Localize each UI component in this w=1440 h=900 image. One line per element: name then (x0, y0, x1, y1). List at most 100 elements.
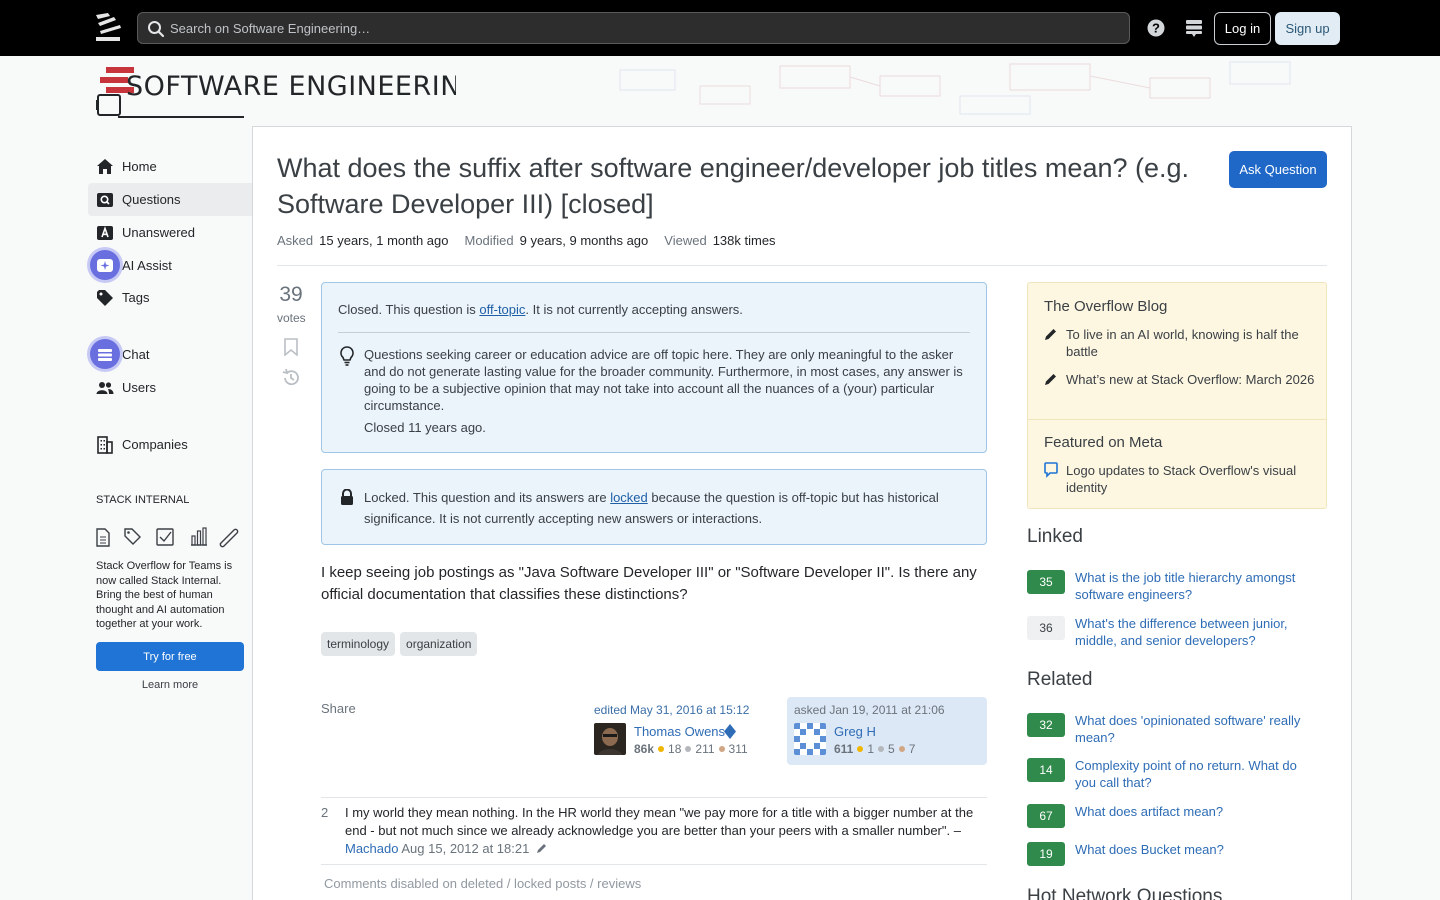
search-box[interactable] (137, 12, 1130, 44)
pencil-icon (1045, 329, 1056, 340)
document-icon (96, 528, 110, 547)
editor-name[interactable]: Thomas Owens (634, 724, 725, 739)
related-score: 32 (1027, 713, 1065, 737)
gold-badge-icon (857, 746, 864, 752)
search-input[interactable] (170, 13, 1110, 43)
locked-link[interactable]: locked (610, 490, 648, 505)
linked-score: 36 (1027, 616, 1065, 640)
related-question-title[interactable]: What does Bucket mean? (1075, 841, 1315, 858)
related-question[interactable]: 14 Complexity point of no return. What d… (1027, 758, 1327, 794)
edit-time[interactable]: edited May 31, 2016 at 15:12 (594, 703, 774, 717)
closed-reason: Questions seeking career or education ad… (364, 347, 963, 413)
asked-value: 15 years, 1 month ago (319, 233, 449, 248)
sidebar-item-chat[interactable]: Chat (88, 338, 252, 371)
blog-divider (1028, 419, 1326, 420)
blog-item[interactable]: To live in an AI world, knowing is half … (1066, 326, 1316, 360)
comments-divider (321, 797, 987, 798)
question-tags: terminology organization (321, 632, 478, 656)
locked-notice: Locked. This question and its answers ar… (321, 469, 987, 545)
closed-notice-heading: Closed. This question is off-topic. It i… (338, 302, 743, 317)
share-link[interactable]: Share (321, 701, 356, 716)
related-question-title[interactable]: Complexity point of no return. What do y… (1075, 757, 1315, 791)
site-switcher-logo-icon[interactable] (94, 11, 122, 43)
lock-icon (341, 489, 353, 505)
asker-name[interactable]: Greg H (834, 724, 876, 739)
tag-icon (96, 289, 114, 307)
editor-reputation: 86k 18 211 311 (634, 742, 748, 756)
closed-when: Closed 11 years ago. (364, 420, 486, 435)
sidebar-item-label: Users (122, 380, 156, 395)
comments-divider-bottom (321, 864, 987, 865)
gold-badge-icon (658, 746, 665, 752)
stack-exchange-icon[interactable] (1184, 18, 1204, 38)
sidebar-item-label: Chat (122, 347, 150, 362)
sidebar-item-label: Questions (122, 192, 181, 207)
companies-icon (96, 435, 114, 454)
tag-organization[interactable]: organization (400, 632, 478, 656)
sidebar-item-home[interactable]: Home (88, 150, 252, 183)
linked-question-title[interactable]: What's the difference between junior, mi… (1075, 615, 1315, 649)
linked-question[interactable]: 36 What's the difference between junior,… (1027, 616, 1327, 652)
try-for-free-button[interactable]: Try for free (96, 642, 244, 671)
chat-icon (96, 346, 114, 364)
signup-button[interactable]: Sign up (1275, 12, 1340, 45)
modified-label: Modified (464, 233, 514, 248)
comment-text: I my world they mean nothing. In the HR … (345, 805, 974, 838)
linked-heading: Linked (1027, 526, 1083, 547)
asked-label: Asked (277, 233, 314, 248)
comment-time[interactable]: Aug 15, 2012 at 18:21 (401, 841, 529, 856)
viewed-value: 138k times (712, 233, 776, 248)
ai-assist-icon (96, 257, 114, 275)
software-engineering-logo[interactable]: SOFTWARE ENGINEERING (96, 65, 456, 123)
sidebar-item-tags[interactable]: Tags (88, 281, 252, 314)
viewed-label: Viewed (664, 233, 707, 248)
related-question[interactable]: 67 What does artifact mean? (1027, 804, 1327, 840)
users-icon (96, 379, 114, 397)
sidebar-item-ai-assist[interactable]: AI Assist (88, 249, 252, 282)
blog-heading: The Overflow Blog (1044, 298, 1168, 315)
blog-item[interactable]: What’s new at Stack Overflow: March 2026 (1066, 371, 1316, 388)
learn-more-link[interactable]: Learn more (96, 679, 244, 691)
silver-badge-icon (878, 746, 885, 752)
sidebar-item-companies[interactable]: Companies (88, 428, 252, 461)
vote-cell: 39 votes (277, 283, 306, 325)
comment-user[interactable]: Machado (345, 841, 398, 856)
check-box-icon (156, 528, 174, 546)
question-title[interactable]: What does the suffix after software engi… (277, 150, 1207, 222)
asker-signature: asked Jan 19, 2011 at 21:06 Greg H 611 1… (787, 697, 987, 765)
comments-disabled-note: Comments disabled on deleted / locked po… (324, 876, 642, 891)
silver-badge-icon (685, 746, 692, 752)
related-question-title[interactable]: What does 'opinionated software' really … (1075, 712, 1315, 746)
linked-question[interactable]: 35 What is the job title hierarchy among… (1027, 570, 1327, 606)
asker-avatar[interactable] (794, 723, 826, 755)
locked-notice-text: Locked. This question and its answers ar… (364, 490, 939, 526)
login-button[interactable]: Log in (1214, 12, 1271, 45)
questions-icon (96, 191, 114, 209)
meta-item[interactable]: Logo updates to Stack Overflow's visual … (1066, 462, 1316, 496)
sidebar-item-questions[interactable]: Questions (88, 183, 252, 216)
related-question-title[interactable]: What does artifact mean? (1075, 803, 1315, 820)
linked-score: 35 (1027, 570, 1065, 594)
linked-question-title[interactable]: What is the job title hierarchy amongst … (1075, 569, 1315, 603)
help-icon[interactable]: ? (1146, 18, 1166, 38)
search-icon (148, 21, 165, 38)
editor-avatar[interactable] (594, 723, 626, 755)
related-question[interactable]: 19 What does Bucket mean? (1027, 842, 1327, 878)
sidebar-item-unanswered[interactable]: Unanswered (88, 216, 252, 249)
bookmark-icon[interactable] (284, 338, 298, 356)
history-icon[interactable] (281, 368, 301, 388)
off-topic-link[interactable]: off-topic (479, 302, 525, 317)
related-score: 14 (1027, 758, 1065, 782)
meta-heading: Featured on Meta (1044, 434, 1163, 451)
stack-internal-icons (96, 526, 246, 548)
bronze-badge-icon (718, 746, 725, 752)
asked-time: asked Jan 19, 2011 at 21:06 (794, 703, 945, 717)
bar-chart-icon (191, 527, 207, 546)
sidebar-item-users[interactable]: Users (88, 371, 252, 404)
question-body: I keep seeing job postings as "Java Soft… (321, 564, 977, 603)
sidebar-item-label: Home (122, 159, 157, 174)
modified-value[interactable]: 9 years, 9 months ago (520, 233, 649, 248)
related-question[interactable]: 32 What does 'opinionated software' real… (1027, 713, 1327, 749)
ask-question-button[interactable]: Ask Question (1229, 151, 1327, 188)
tag-terminology[interactable]: terminology (321, 632, 396, 656)
